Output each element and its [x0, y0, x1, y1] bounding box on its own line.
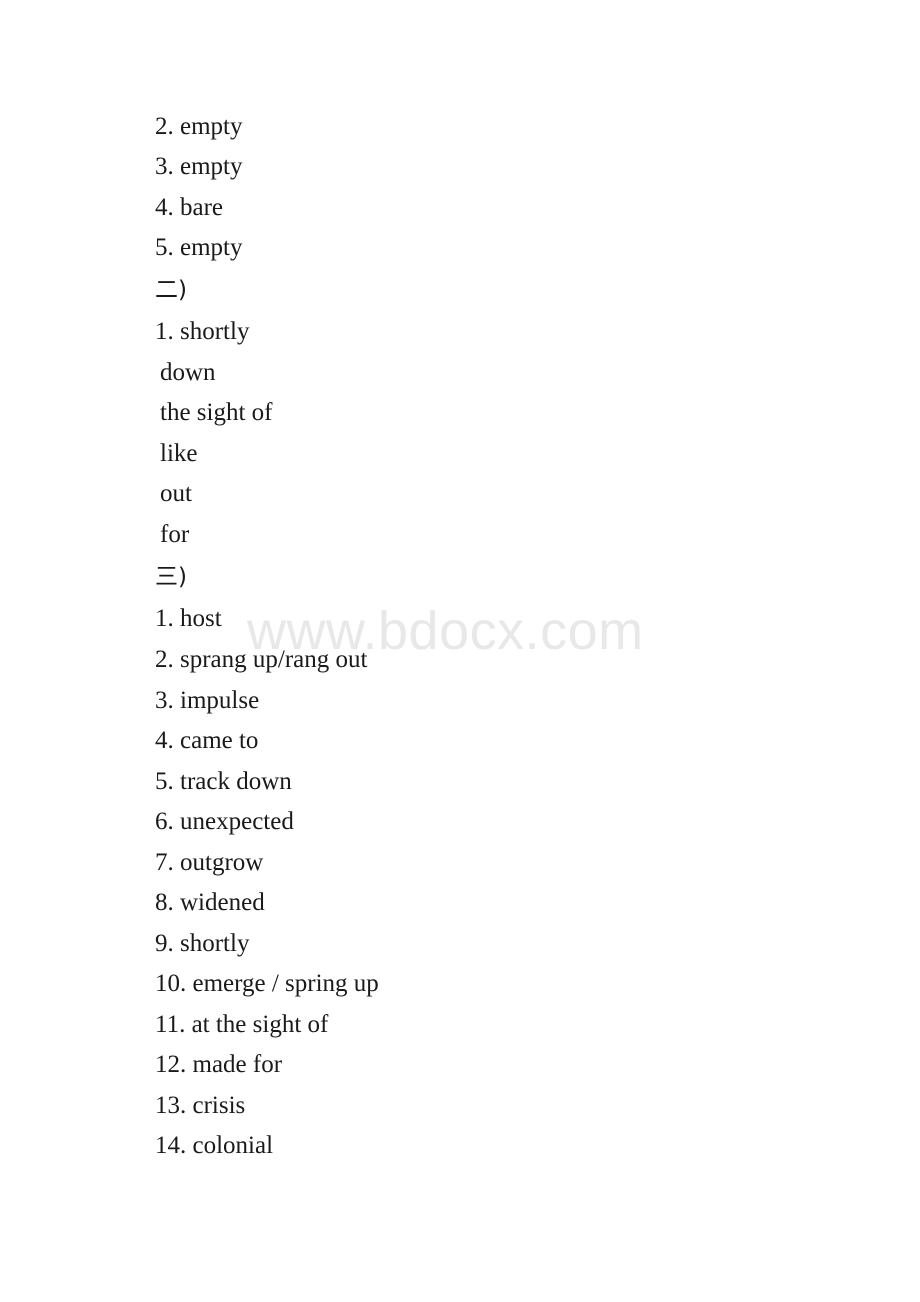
- answer-line: 11. at the sight of: [155, 1011, 329, 1038]
- answer-line: the sight of: [160, 399, 273, 426]
- answer-line: 7. outgrow: [155, 849, 264, 876]
- answer-line: 14. colonial: [155, 1132, 274, 1159]
- answer-line: 3. impulse: [155, 687, 260, 714]
- answer-line: 5. track down: [155, 768, 292, 795]
- answer-line: 12. made for: [155, 1051, 283, 1078]
- answer-line: 1. host: [155, 605, 222, 632]
- answer-line: 8. widened: [155, 889, 265, 916]
- answer-line: 三): [155, 564, 187, 590]
- answer-line: 6. unexpected: [155, 808, 294, 835]
- answer-line: 二): [155, 277, 187, 303]
- answer-line: out: [160, 480, 192, 507]
- answer-line: 2. sprang up/rang out: [155, 646, 368, 673]
- answer-line: for: [160, 521, 190, 548]
- answer-line: like: [160, 440, 198, 467]
- answer-line: 3. empty: [155, 153, 243, 180]
- answer-line: 9. shortly: [155, 930, 250, 957]
- answer-line: 10. emerge / spring up: [155, 970, 379, 997]
- answer-line: 5. empty: [155, 234, 243, 261]
- answer-line: 4. came to: [155, 727, 259, 754]
- answer-line: 13. crisis: [155, 1092, 246, 1119]
- answer-line: 1. shortly: [155, 318, 250, 345]
- answer-line: 2. empty: [155, 113, 243, 140]
- answer-line: down: [160, 359, 216, 386]
- answer-line: 4. bare: [155, 194, 224, 221]
- document-page: www.bdocx.com 2. empty 3. empty 4. bare 5. …: [0, 0, 920, 1302]
